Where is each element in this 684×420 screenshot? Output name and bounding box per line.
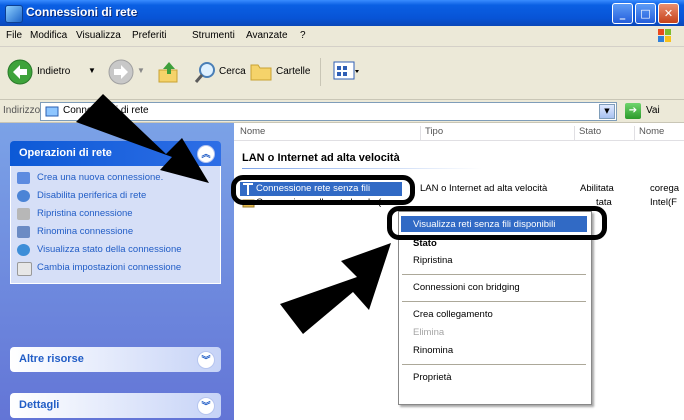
callout-arrow-bottom-icon: [280, 243, 391, 334]
callout-arrow-top-icon: [76, 94, 209, 183]
callout-arrows: [76, 94, 391, 334]
